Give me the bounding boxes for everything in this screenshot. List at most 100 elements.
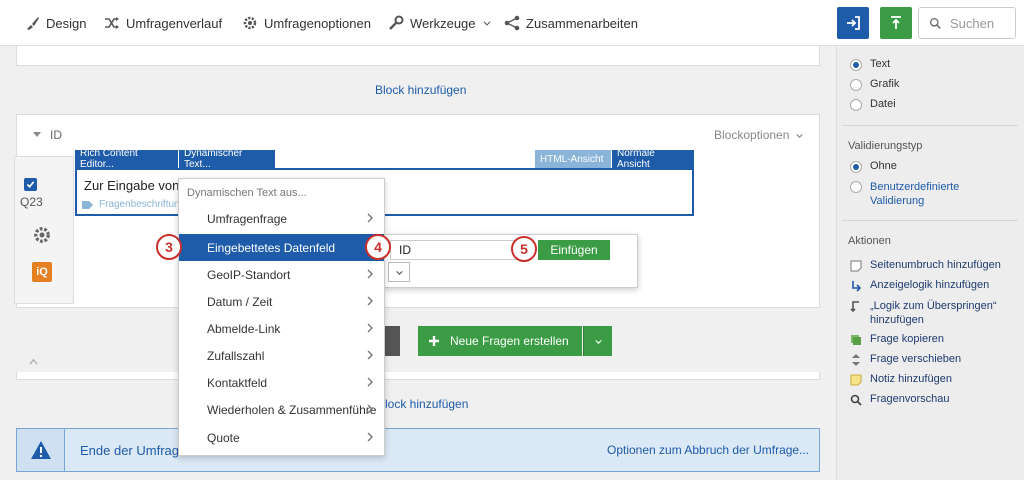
- menu-header: Dynamischen Text aus...: [187, 187, 307, 199]
- html-view-tab[interactable]: HTML-Ansicht: [535, 150, 611, 168]
- move-icon: [852, 354, 860, 366]
- content-type-file-option[interactable]: Datei: [850, 98, 896, 111]
- menu-item-label: GeoIP-Standort: [207, 267, 291, 282]
- action-move-question[interactable]: Frage verschieben: [850, 353, 961, 366]
- validation-heading: Validierungstyp: [848, 140, 923, 152]
- chevron-right-icon: [367, 404, 373, 414]
- end-options-link[interactable]: Optionen zum Abbruch der Umfrage...: [607, 443, 809, 457]
- question-label-field[interactable]: Fragenbeschriftung: [82, 199, 185, 210]
- add-block-bottom-link[interactable]: lock hinzufügen: [385, 397, 468, 411]
- share-icon: [504, 15, 520, 31]
- search-icon: [929, 17, 941, 29]
- action-label: Notiz hinzufügen: [870, 373, 952, 385]
- collapse-triangle-icon[interactable]: [32, 131, 42, 139]
- menu-item-label: Umfragenfrage: [207, 211, 288, 226]
- action-label: Seitenumbruch hinzufügen: [870, 259, 1001, 271]
- survey-options-label: Umfragenoptionen: [264, 15, 371, 31]
- radio-selected-icon: [850, 59, 862, 71]
- design-label: Design: [46, 15, 87, 31]
- action-label: Anzeigelogik hinzufügen: [870, 279, 990, 291]
- menu-item-label: Abmelde-Link: [207, 321, 281, 336]
- new-questions-label: Neue Fragen erstellen: [450, 334, 569, 348]
- question-checkbox[interactable]: [24, 178, 37, 191]
- tools-label: Werkzeuge: [410, 15, 476, 31]
- iq-icon[interactable]: iQ: [32, 262, 52, 282]
- field-dropdown-button[interactable]: [388, 262, 410, 282]
- tools-tab[interactable]: Werkzeuge: [388, 12, 492, 34]
- action-add-display-logic[interactable]: Anzeigelogik hinzufügen: [850, 279, 989, 292]
- menu-item-label: Datum / Zeit: [207, 294, 273, 309]
- design-tab[interactable]: Design: [24, 12, 86, 34]
- step-badge-3: 3: [156, 234, 182, 260]
- enter-icon: [847, 16, 860, 30]
- survey-options-tab[interactable]: Umfragenoptionen: [242, 12, 371, 34]
- survey-history-label: Umfragenverlauf: [126, 15, 223, 31]
- radio-icon: [850, 181, 862, 193]
- menu-item-loop-merge[interactable]: Wiederholen & Zusammenführe: [179, 396, 384, 423]
- new-questions-button[interactable]: Neue Fragen erstellen: [418, 326, 582, 356]
- rich-editor-tab[interactable]: Rich Content Editor...: [75, 148, 178, 170]
- new-questions-dropdown[interactable]: [583, 326, 612, 356]
- menu-item-label: Kontaktfeld: [207, 375, 268, 390]
- import-questions-button[interactable]: [384, 326, 400, 356]
- block-panel-bottom: [16, 372, 820, 380]
- dynamic-text-tab[interactable]: Dynamischer Text...: [179, 148, 275, 170]
- action-add-skip-logic[interactable]: „Logik zum Überspringen“ hinzufügen: [850, 299, 1010, 327]
- menu-item-label: Eingebettetes Datenfeld: [207, 240, 336, 255]
- embedded-field-input[interactable]: ID: [390, 240, 518, 260]
- chevron-down-icon: [483, 21, 490, 26]
- survey-history-tab[interactable]: Umfragenverlauf: [104, 12, 222, 34]
- action-copy-question[interactable]: Frage kopieren: [850, 333, 944, 346]
- menu-item-embedded-data[interactable]: Eingebettetes Datenfeld: [179, 234, 384, 261]
- collaborate-tab[interactable]: Zusammenarbeiten: [504, 12, 638, 34]
- menu-item-geoip[interactable]: GeoIP-Standort: [179, 261, 384, 288]
- wrench-icon: [389, 15, 404, 30]
- publish-button[interactable]: [880, 7, 912, 39]
- previous-block: [16, 46, 820, 66]
- menu-item-opt-out-link[interactable]: Abmelde-Link: [179, 315, 384, 342]
- action-label: „Logik zum Überspringen“ hinzufügen: [870, 300, 997, 326]
- shuffle-icon: [105, 17, 119, 29]
- preview-button[interactable]: [837, 7, 869, 39]
- action-preview-question[interactable]: Fragenvorschau: [850, 393, 950, 406]
- menu-item-contact-field[interactable]: Kontaktfeld: [179, 369, 384, 396]
- chevron-down-icon: [594, 339, 602, 344]
- action-add-page-break[interactable]: Seitenumbruch hinzufügen: [850, 259, 1001, 272]
- validation-none-option[interactable]: Ohne: [850, 160, 897, 173]
- plus-icon: [429, 336, 439, 346]
- gear-icon[interactable]: [32, 225, 52, 245]
- chevron-up-icon[interactable]: [29, 358, 38, 365]
- paintbrush-icon: [27, 17, 39, 30]
- chevron-right-icon: [367, 432, 373, 442]
- insert-button[interactable]: Einfügen: [538, 240, 610, 260]
- add-block-top-link[interactable]: Block hinzufügen: [375, 83, 466, 97]
- normal-view-tab[interactable]: Normale Ansicht: [612, 148, 694, 170]
- menu-item-label: Zufallszahl: [207, 348, 265, 363]
- note-icon: [850, 374, 862, 386]
- step-badge-5: 5: [511, 236, 537, 262]
- page-break-icon: [850, 260, 862, 272]
- magnifier-icon: [850, 394, 862, 406]
- validation-custom-option[interactable]: Benutzerdefinierte Validierung: [850, 180, 990, 208]
- chevron-right-icon: [367, 296, 373, 306]
- menu-item-quota[interactable]: Quote: [179, 424, 384, 451]
- content-type-graphic-option[interactable]: Grafik: [850, 78, 899, 91]
- menu-item-random-number[interactable]: Zufallszahl: [179, 342, 384, 369]
- menu-item-survey-question[interactable]: Umfragenfrage: [179, 205, 384, 232]
- block-options-button[interactable]: Blockoptionen: [714, 128, 804, 142]
- action-label: Frage kopieren: [870, 333, 944, 345]
- action-add-note[interactable]: Notiz hinzufügen: [850, 373, 952, 386]
- option-label: Benutzerdefinierte Validierung: [870, 181, 960, 207]
- divider: [842, 220, 1018, 221]
- content-type-text-option[interactable]: Text: [850, 58, 890, 71]
- menu-item-date-time[interactable]: Datum / Zeit: [179, 288, 384, 315]
- menu-item-label: Wiederholen & Zusammenführe: [207, 402, 377, 417]
- skip-logic-icon: [850, 301, 859, 312]
- radio-icon: [850, 99, 862, 111]
- question-text: Zur Eingabe von: [84, 178, 180, 193]
- radio-selected-icon: [850, 161, 862, 173]
- dynamic-text-menu: Dynamischen Text aus... Umfragenfrage Ei…: [178, 178, 385, 456]
- divider: [842, 125, 1018, 126]
- option-label: Grafik: [870, 78, 900, 90]
- search-input[interactable]: Suchen: [918, 7, 1016, 39]
